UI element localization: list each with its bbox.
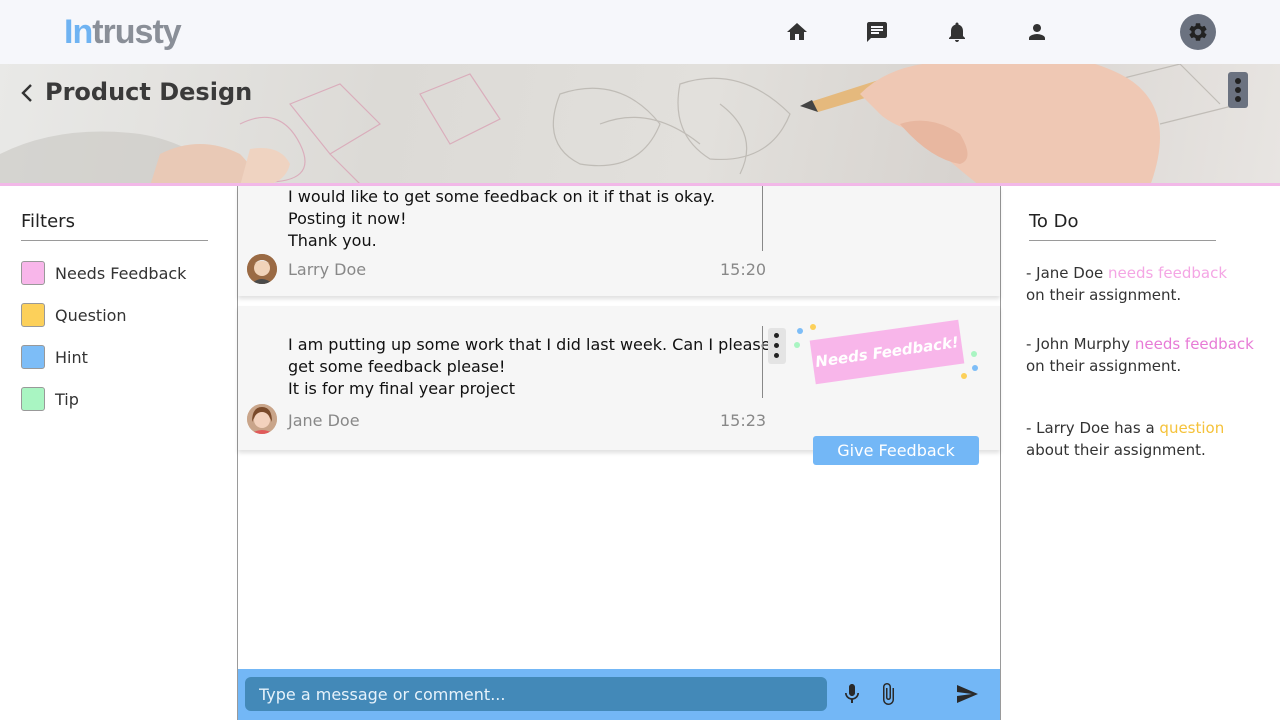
logo-part1: In (64, 13, 93, 51)
filter-swatch (21, 303, 45, 327)
gear-icon[interactable] (1180, 14, 1216, 50)
message-line: I am putting up some work that I did las… (288, 335, 771, 354)
confetti-dot (794, 342, 800, 348)
filters-panel: Filters Needs Feedback Question Hint Tip (0, 186, 237, 720)
todo-text: on their assignment. (1026, 357, 1182, 375)
filter-label: Needs Feedback (55, 263, 187, 283)
chat-icon[interactable] (865, 20, 889, 44)
message-line: I would like to get some feedback on it … (288, 187, 716, 206)
todo-item[interactable]: - Jane Doe needs feedback on their assig… (1026, 262, 1276, 306)
confetti-dot (797, 328, 803, 334)
todo-panel: To Do - Jane Doe needs feedback on their… (1001, 186, 1280, 720)
message-time: 15:20 (720, 260, 767, 279)
confetti-dot (972, 365, 978, 371)
tag-label: Needs Feedback! (814, 333, 960, 371)
todo-text: - Larry Doe has a (1026, 419, 1160, 437)
give-feedback-button[interactable]: Give Feedback (813, 436, 979, 465)
filter-swatch (21, 387, 45, 411)
todo-item[interactable]: - John Murphy needs feedback on their as… (1026, 333, 1276, 377)
todo-highlight: needs feedback (1134, 335, 1254, 353)
todo-highlight: needs feedback (1108, 264, 1228, 282)
message-composer (238, 669, 1000, 720)
message-author: Jane Doe (288, 411, 360, 430)
todo-text: - Jane Doe (1026, 264, 1109, 282)
message-line: Thank you. (288, 231, 377, 250)
avatar-larry-icon (247, 254, 277, 284)
confetti-dot (961, 373, 967, 379)
message-text: I would like to get some feedback on it … (288, 186, 715, 252)
filter-swatch (21, 261, 45, 285)
avatar[interactable] (247, 254, 277, 284)
user-icon[interactable] (1025, 20, 1049, 44)
filter-swatch (21, 345, 45, 369)
home-icon[interactable] (785, 20, 809, 44)
avatar[interactable] (247, 404, 277, 434)
filter-question[interactable]: Question (21, 302, 127, 328)
message-divider (762, 186, 763, 251)
bell-icon[interactable] (945, 20, 969, 44)
logo-part2: trusty (92, 13, 181, 51)
top-navbar: Intrusty (0, 0, 1280, 64)
filter-needs-feedback[interactable]: Needs Feedback (21, 260, 186, 286)
message-text: I am putting up some work that I did las… (288, 334, 771, 400)
filter-hint[interactable]: Hint (21, 344, 88, 370)
message-input[interactable] (245, 677, 827, 711)
filter-label: Hint (55, 347, 88, 367)
todo-title: To Do (1029, 210, 1216, 241)
back-button[interactable] (18, 80, 38, 106)
message-more-icon[interactable] (768, 328, 786, 364)
message-card: I would like to get some feedback on it … (238, 186, 1000, 296)
send-icon[interactable] (955, 682, 979, 706)
message-divider (762, 326, 763, 398)
chevron-left-icon (21, 84, 32, 102)
message-time: 15:23 (720, 411, 767, 430)
chat-panel: I would like to get some feedback on it … (237, 186, 1001, 720)
message-line: get some feedback please! (288, 357, 506, 376)
todo-highlight: question (1159, 419, 1225, 437)
page-title: Product Design (45, 78, 253, 106)
message-line: It is for my final year project (288, 379, 516, 398)
course-banner: Product Design (0, 64, 1280, 186)
confetti-dot (971, 351, 977, 357)
todo-text: on their assignment. (1026, 286, 1182, 304)
filter-label: Tip (55, 389, 79, 409)
attach-icon[interactable] (876, 682, 900, 706)
message-line: Posting it now! (288, 209, 407, 228)
more-vert-icon[interactable] (1228, 72, 1248, 108)
todo-text: - John Murphy (1026, 335, 1135, 353)
message-author: Larry Doe (288, 260, 367, 279)
todo-text: about their assignment. (1026, 441, 1206, 459)
filter-tip[interactable]: Tip (21, 386, 79, 412)
filter-label: Question (55, 305, 127, 325)
avatar-jane-icon (247, 404, 277, 434)
mic-icon[interactable] (840, 682, 864, 706)
app-logo[interactable]: Intrusty (64, 12, 182, 52)
message-card: I am putting up some work that I did las… (238, 306, 1000, 450)
filters-title: Filters (21, 210, 208, 241)
confetti-dot (810, 324, 816, 330)
todo-item[interactable]: - Larry Doe has a question about their a… (1026, 417, 1276, 461)
